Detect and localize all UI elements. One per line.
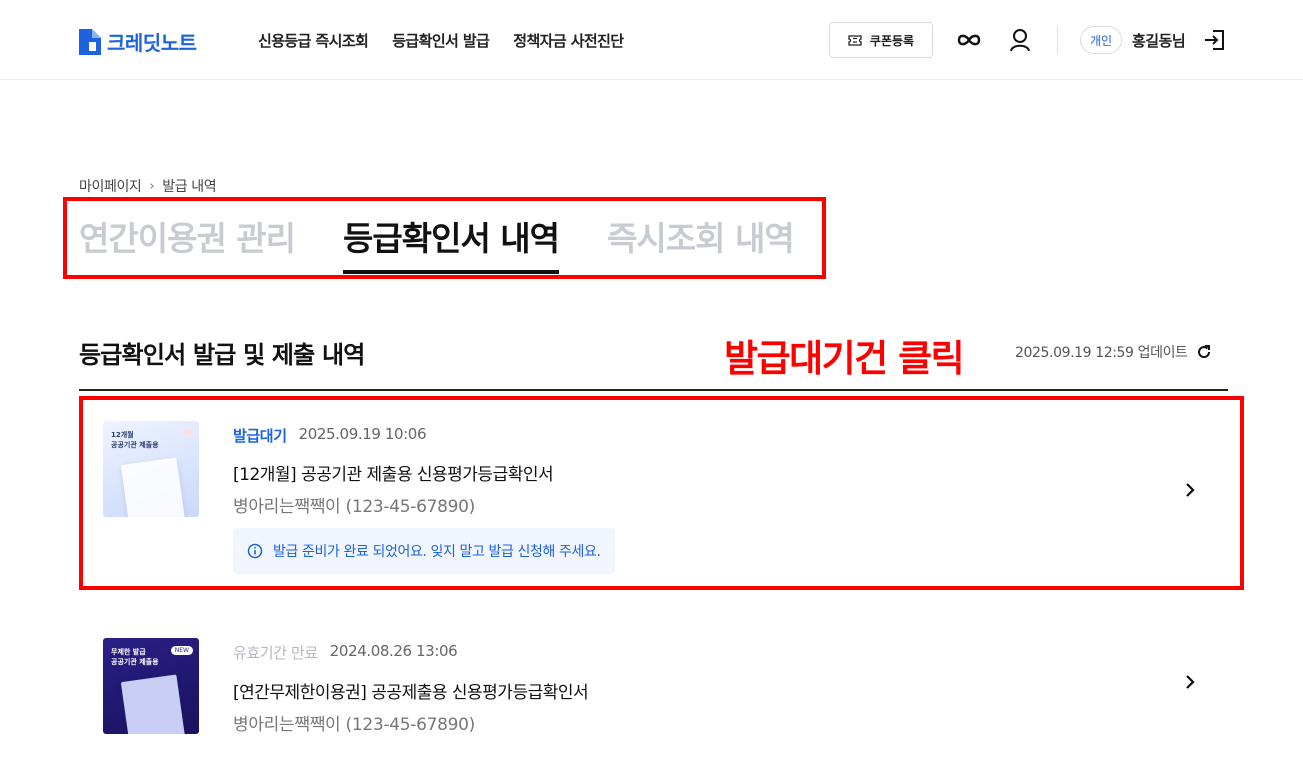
issue-date: 2025.09.19 10:06	[298, 425, 427, 443]
ticket-icon	[848, 34, 862, 46]
nav-credit-check[interactable]: 신용등급 즉시조회	[258, 30, 369, 51]
breadcrumb-current: 발급 내역	[162, 179, 217, 195]
breadcrumb-separator: ›	[149, 178, 155, 194]
company-info: 병아리는짹짹이 (123-45-67890)	[233, 497, 475, 517]
list-item-expired[interactable]: 무제한 발급 공공기관 제출용 NEW 유효기간 만료 2024.08.26 1…	[79, 616, 1228, 780]
logout-icon[interactable]	[1203, 28, 1227, 52]
logo-icon	[79, 28, 101, 55]
thumb-label-1: 무제한 발급	[111, 648, 146, 656]
company-info: 병아리는짹짹이 (123-45-67890)	[233, 715, 475, 735]
thumb-tag-mark	[183, 429, 193, 435]
document-illustration	[120, 457, 186, 517]
list-item-pending[interactable]: 12개월 공공기관 제출용 발급대기 2025.09.19 10:06 [12개…	[79, 396, 1228, 586]
account-type-badge: 개인	[1080, 26, 1122, 54]
certificate-thumbnail: 12개월 공공기관 제출용	[103, 421, 199, 517]
issue-date: 2024.08.26 13:06	[329, 642, 458, 660]
update-timestamp: 2025.09.19 12:59 업데이트	[1015, 345, 1188, 361]
notice-text: 발급 준비가 완료 되었어요. 잊지 말고 발급 신청해 주세요.	[273, 544, 601, 560]
logo-text: 크레딧노트	[107, 31, 197, 55]
tab-certificate-history[interactable]: 등급확인서 내역	[343, 212, 560, 274]
refresh-icon[interactable]	[1196, 344, 1212, 360]
nav-certificate-issue[interactable]: 등급확인서 발급	[392, 30, 490, 51]
user-icon[interactable]	[1006, 26, 1034, 54]
tab-instant-check-history[interactable]: 즉시조회 내역	[607, 212, 795, 270]
tab-annual-pass[interactable]: 연간이용권 관리	[79, 212, 296, 270]
coupon-register-button[interactable]: 쿠폰등록	[829, 22, 933, 58]
header-divider	[1057, 26, 1058, 54]
thumb-label-2: 공공기관 제출용	[111, 658, 159, 666]
top-header: 크레딧노트 신용등급 즉시조회 등급확인서 발급 정책자금 사전진단 쿠폰등록 …	[0, 0, 1303, 80]
breadcrumb-mypage[interactable]: 마이페이지	[79, 176, 142, 196]
info-icon	[247, 543, 263, 559]
new-tag: NEW	[170, 646, 193, 655]
section-divider	[79, 389, 1228, 391]
status-row: 유효기간 만료 2024.08.26 13:06	[233, 642, 458, 663]
status-row: 발급대기 2025.09.19 10:06	[233, 425, 426, 446]
chevron-right-icon[interactable]	[1181, 481, 1199, 499]
nav-policy-fund[interactable]: 정책자금 사전진단	[513, 30, 624, 51]
history-tabs: 연간이용권 관리 등급확인서 내역 즉시조회 내역	[79, 212, 795, 274]
thumb-label-1: 12개월	[111, 431, 134, 439]
notice-box: 발급 준비가 완료 되었어요. 잊지 말고 발급 신청해 주세요.	[233, 528, 615, 574]
certificate-thumbnail: 무제한 발급 공공기관 제출용 NEW	[103, 638, 199, 734]
update-info: 2025.09.19 12:59 업데이트	[1015, 342, 1212, 362]
thumb-label-2: 공공기관 제출용	[111, 441, 159, 449]
document-illustration	[120, 674, 186, 734]
item-title: [12개월] 공공기관 제출용 신용평가등급확인서	[233, 465, 554, 485]
chevron-right-icon[interactable]	[1181, 673, 1199, 691]
breadcrumb: 마이페이지 › 발급 내역	[79, 176, 217, 196]
infinity-icon[interactable]	[955, 26, 983, 54]
status-badge: 발급대기	[233, 427, 287, 445]
main-nav: 신용등급 즉시조회 등급확인서 발급 정책자금 사전진단	[258, 30, 624, 51]
status-badge: 유효기간 만료	[233, 644, 318, 662]
section-title: 등급확인서 발급 및 제출 내역	[79, 341, 365, 369]
logo[interactable]: 크레딧노트	[79, 27, 197, 56]
user-name[interactable]: 홍길동님	[1132, 30, 1186, 51]
annotation-label: 발급대기건 클릭	[724, 337, 965, 380]
item-title: [연간무제한이용권] 공공제출용 신용평가등급확인서	[233, 683, 589, 703]
coupon-label: 쿠폰등록	[869, 33, 915, 48]
